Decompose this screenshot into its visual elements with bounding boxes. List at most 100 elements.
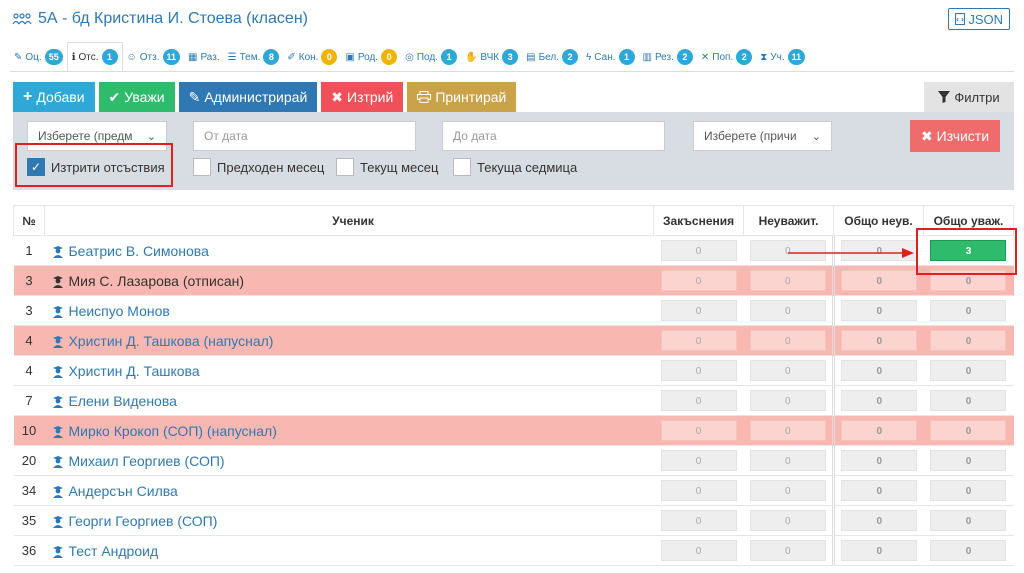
- from-date-input[interactable]: От дата: [193, 121, 416, 151]
- tab-badge: 0: [321, 49, 338, 65]
- table-row[interactable]: 4 Христин Д. Ташкова (напуснал) 0 0 0 0: [13, 325, 1014, 356]
- total-excused-cell: 0: [923, 355, 1014, 386]
- checkbox-icon[interactable]: [336, 158, 354, 176]
- row-number: 35: [13, 505, 45, 536]
- delete-button[interactable]: ✖ Изтрий: [321, 82, 404, 112]
- unexcused-cell: 0: [743, 385, 834, 416]
- tab-label: Сан.: [594, 51, 616, 63]
- print-button[interactable]: Принтирай: [407, 82, 517, 112]
- student-name-link[interactable]: Беатрис В. Симонова: [68, 243, 208, 259]
- total-excused-value: 0: [930, 540, 1007, 561]
- print-label: Принтирай: [435, 89, 507, 105]
- clear-button[interactable]: ✖ Изчисти: [910, 120, 1000, 152]
- unexcused-cell: 0: [743, 445, 834, 476]
- unexcused-value: 0: [749, 330, 826, 351]
- funnel-icon: [938, 91, 951, 103]
- student-cell: Андерсън Силва: [44, 475, 654, 506]
- tab-12[interactable]: ✕ Поп. 2: [697, 42, 756, 72]
- row-number: 4: [13, 355, 45, 386]
- student-name-link[interactable]: Михаил Георгиев (СОП): [68, 453, 224, 469]
- tab-8[interactable]: ✋ ВЧК 3: [461, 42, 522, 72]
- table-row[interactable]: 7 Елени Виденова 0 0 0 0: [13, 385, 1014, 416]
- tab-badge: 2: [562, 49, 578, 65]
- handshake-icon: ✋: [464, 51, 478, 63]
- table-row[interactable]: 3 Мия С. Лазарова (отписан) 0 0 0 0: [13, 265, 1014, 296]
- table-row[interactable]: 36 Тест Андроид 0 0 0 0: [13, 535, 1014, 566]
- tab-badge: 1: [440, 49, 457, 65]
- total-excused-value: 0: [930, 360, 1007, 381]
- col-header-late[interactable]: Закъснения: [653, 205, 745, 236]
- prev-month-checkbox[interactable]: Предходен месец: [193, 154, 324, 180]
- administer-button[interactable]: ✎ Администрирай: [178, 82, 318, 112]
- class-group-icon: [12, 13, 32, 25]
- late-value: 0: [660, 360, 737, 381]
- tab-10[interactable]: ϟ Сан. 1: [582, 42, 639, 72]
- class-title[interactable]: 5А - бд Кристина И. Стоева (класен): [12, 10, 308, 28]
- tab-9[interactable]: ▤ Бел. 2: [522, 42, 582, 72]
- table-row[interactable]: 35 Георги Георгиев (СОП) 0 0 0 0: [13, 505, 1014, 536]
- add-button[interactable]: + Добави: [13, 82, 95, 112]
- col-header-unexcused[interactable]: Неуважит.: [743, 205, 835, 236]
- row-number: 10: [13, 415, 45, 446]
- note-icon: ▤: [526, 51, 536, 63]
- tab-2[interactable]: ☺ Отз. 11: [123, 42, 184, 72]
- total-excused-value: 0: [930, 510, 1007, 531]
- total-unexcused-cell: 0: [832, 295, 924, 326]
- col-header-student[interactable]: Ученик: [43, 205, 655, 236]
- table-row[interactable]: 3 Неиспуо Монов 0 0 0 0: [13, 295, 1014, 326]
- chevron-down-icon: ⌄: [146, 130, 156, 143]
- reason-select[interactable]: Изберете (причи ⌄: [693, 121, 832, 151]
- tab-badge: 3: [502, 49, 519, 65]
- bolt-icon: ϟ: [586, 51, 592, 63]
- late-value: 0: [660, 240, 737, 261]
- subject-select-value: Изберете (предм: [38, 129, 133, 143]
- col-header-total-unexcused[interactable]: Общо неув.: [833, 205, 924, 236]
- student-name-link[interactable]: Тест Андроид: [68, 543, 158, 559]
- table-row[interactable]: 20 Михаил Георгиев (СОП) 0 0 0 0: [13, 445, 1014, 476]
- table-row[interactable]: 4 Христин Д. Ташкова 0 0 0 0: [13, 355, 1014, 386]
- student-name-link[interactable]: Андерсън Силва: [68, 483, 177, 499]
- excuse-button[interactable]: ✔ Уважи: [98, 82, 175, 112]
- table-row[interactable]: 10 Мирко Крокоп (СОП) (напуснал) 0 0 0 0: [13, 415, 1014, 446]
- from-date-placeholder: От дата: [204, 129, 248, 143]
- total-unexcused-value: 0: [841, 420, 918, 441]
- student-name-link[interactable]: Мирко Крокоп (СОП) (напуснал): [68, 423, 276, 439]
- total-excused-value: 0: [930, 480, 1007, 501]
- tab-0[interactable]: ✎ Оц. 55: [10, 42, 67, 72]
- delete-label: Изтрий: [347, 89, 394, 105]
- tab-4[interactable]: ☰ Тем. 8: [224, 42, 284, 72]
- to-date-input[interactable]: До дата: [442, 121, 665, 151]
- row-number: 7: [13, 385, 45, 416]
- edit-icon: ✎: [188, 88, 201, 105]
- tab-11[interactable]: ▥ Рез. 2: [639, 42, 697, 72]
- tab-badge: 8: [263, 49, 280, 65]
- late-value: 0: [660, 480, 737, 501]
- student-name-link[interactable]: Христин Д. Ташкова: [68, 363, 199, 379]
- checkbox-icon[interactable]: [193, 158, 211, 176]
- late-value: 0: [660, 420, 737, 441]
- total-excused-cell: 0: [923, 295, 1014, 326]
- unexcused-value: 0: [749, 360, 826, 381]
- current-month-checkbox[interactable]: Текущ месец: [336, 154, 438, 180]
- student-name-link[interactable]: Неиспуо Монов: [68, 303, 169, 319]
- tab-1[interactable]: ℹ Отс. 1: [66, 42, 123, 72]
- tab-13[interactable]: ⧗ Уч. 11: [756, 42, 809, 72]
- tab-5[interactable]: ✐ Кон. 0: [283, 42, 341, 72]
- student-cell: Елени Виденова: [44, 385, 654, 416]
- current-week-checkbox[interactable]: Текуща седмица: [453, 154, 577, 180]
- checkbox-icon[interactable]: [453, 158, 471, 176]
- tab-badge: 55: [44, 49, 63, 65]
- student-name-link[interactable]: Мия С. Лазарова (отписан): [68, 273, 244, 289]
- total-unexcused-cell: 0: [832, 265, 924, 296]
- table-row[interactable]: 34 Андерсън Силва 0 0 0 0: [13, 475, 1014, 506]
- json-button[interactable]: JSON: [948, 8, 1010, 30]
- tab-3[interactable]: ▦ Раз.: [184, 42, 224, 72]
- col-header-num[interactable]: №: [13, 205, 45, 236]
- tab-6[interactable]: ▣ Род. 0: [341, 42, 401, 72]
- student-name-link[interactable]: Христин Д. Ташкова (напуснал): [68, 333, 273, 349]
- total-unexcused-value: 0: [841, 450, 918, 471]
- student-name-link[interactable]: Георги Георгиев (СОП): [68, 513, 217, 529]
- tab-7[interactable]: ◎ Под. 1: [401, 42, 461, 72]
- filters-toggle-button[interactable]: Филтри: [924, 82, 1014, 112]
- student-name-link[interactable]: Елени Виденова: [68, 393, 176, 409]
